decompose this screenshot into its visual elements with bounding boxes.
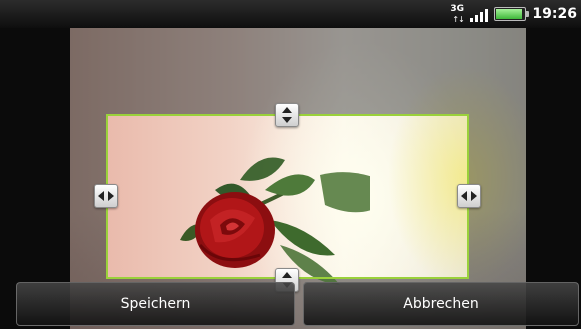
resize-horizontal-icon bbox=[98, 191, 114, 201]
status-icons: 3G ↑↓ 19:26 bbox=[450, 0, 577, 28]
network-3g-icon: 3G ↑↓ bbox=[450, 4, 465, 25]
signal-icon bbox=[470, 6, 489, 22]
status-clock: 19:26 bbox=[532, 6, 577, 22]
save-button[interactable]: Speichern bbox=[16, 282, 295, 326]
resize-horizontal-icon bbox=[461, 191, 477, 201]
crop-handle-right[interactable] bbox=[457, 184, 481, 208]
battery-icon bbox=[494, 7, 530, 21]
cancel-button-label: Abbrechen bbox=[403, 296, 479, 312]
crop-frame[interactable] bbox=[106, 114, 469, 279]
resize-vertical-icon bbox=[282, 107, 292, 123]
save-button-label: Speichern bbox=[120, 296, 191, 312]
status-bar: 3G ↑↓ 19:26 bbox=[0, 0, 581, 28]
cancel-button[interactable]: Abbrechen bbox=[303, 282, 579, 326]
crop-handle-left[interactable] bbox=[94, 184, 118, 208]
crop-handle-top[interactable] bbox=[275, 103, 299, 127]
